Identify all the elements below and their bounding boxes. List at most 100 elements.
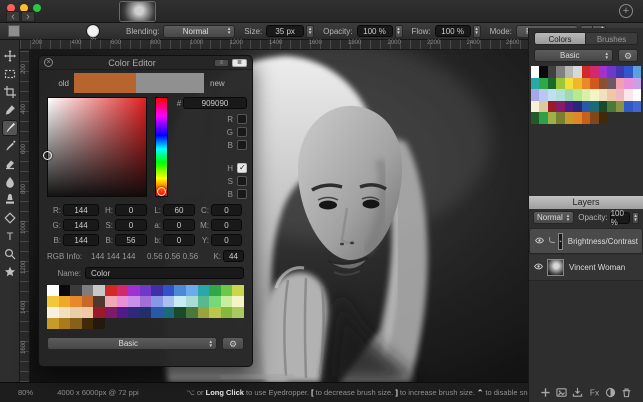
- palette-swatch[interactable]: [564, 100, 574, 113]
- value-field[interactable]: 144: [63, 234, 99, 246]
- layer-opacity-field[interactable]: 100 %: [609, 209, 631, 227]
- compact-view-button[interactable]: ≡: [214, 58, 229, 67]
- palette-swatch[interactable]: [624, 89, 633, 101]
- color-swatch[interactable]: [58, 307, 71, 318]
- palette-swatch[interactable]: [581, 89, 591, 101]
- palette-swatch[interactable]: [590, 77, 599, 90]
- color-swatch[interactable]: [116, 285, 129, 296]
- palette-swatch[interactable]: [531, 66, 540, 78]
- value-field[interactable]: 144: [63, 204, 99, 216]
- size-field[interactable]: 35 px: [266, 25, 305, 37]
- color-swatch[interactable]: [128, 285, 140, 296]
- palette-swatch[interactable]: [607, 100, 616, 113]
- channel-checkbox-R[interactable]: [237, 114, 247, 124]
- palette-swatch[interactable]: [573, 77, 582, 90]
- opacity-field[interactable]: 100 %: [356, 25, 393, 37]
- palette-swatch[interactable]: [581, 77, 591, 90]
- sv-cursor[interactable]: [43, 151, 52, 160]
- flow-field[interactable]: 100 %: [434, 25, 471, 37]
- eyedropper-tool[interactable]: [2, 102, 18, 118]
- shapes-tool[interactable]: [2, 210, 18, 226]
- palette-swatch[interactable]: [632, 66, 641, 78]
- color-swatch[interactable]: [116, 296, 129, 307]
- color-swatch[interactable]: [162, 296, 175, 307]
- layer-opacity-stepper[interactable]: ▲ ▼: [632, 211, 639, 224]
- horizontal-scrollbar[interactable]: [220, 374, 295, 379]
- palette-swatch[interactable]: [624, 77, 633, 90]
- brush-preview[interactable]: 35: [86, 24, 100, 43]
- k-field[interactable]: 44: [223, 250, 244, 262]
- color-swatch[interactable]: [139, 285, 152, 296]
- palette-swatch[interactable]: [539, 100, 548, 113]
- color-swatch[interactable]: [47, 318, 59, 329]
- tab-colors[interactable]: Colors: [534, 32, 586, 45]
- zoom-tool[interactable]: [2, 246, 18, 262]
- tab-brushes[interactable]: Brushes: [586, 32, 638, 45]
- color-swatch[interactable]: [70, 318, 82, 329]
- hex-field[interactable]: 909090: [183, 97, 247, 109]
- color-swatch[interactable]: [93, 285, 105, 296]
- clone-stamp-tool[interactable]: [2, 192, 18, 208]
- sidebar-palette-select[interactable]: Basic ▲ ▼: [534, 49, 613, 62]
- palette-swatch[interactable]: [547, 112, 557, 124]
- layer-thumbnail[interactable]: [558, 232, 563, 250]
- color-swatch[interactable]: [209, 296, 221, 307]
- color-swatch[interactable]: [58, 296, 71, 307]
- color-swatch[interactable]: [232, 307, 244, 318]
- palette-swatch[interactable]: [598, 77, 608, 90]
- color-swatch[interactable]: [151, 307, 163, 318]
- color-swatch[interactable]: [81, 296, 94, 307]
- fx-icon[interactable]: Fx: [587, 385, 601, 399]
- palette-swatch[interactable]: [598, 112, 608, 124]
- palette-swatch[interactable]: [598, 89, 608, 101]
- palette-swatch[interactable]: [531, 100, 540, 113]
- palette-swatch[interactable]: [573, 89, 582, 101]
- sidebar-gear-button[interactable]: ⚙: [618, 49, 638, 62]
- marquee-select-tool[interactable]: [2, 66, 18, 82]
- layer-row[interactable]: Vincent Woman: [529, 255, 643, 281]
- favorites-tool[interactable]: [2, 264, 18, 280]
- paintbrush-tool[interactable]: [1, 120, 18, 136]
- color-swatch[interactable]: [70, 285, 82, 296]
- add-icon[interactable]: [538, 385, 552, 399]
- color-swatch[interactable]: [162, 307, 175, 318]
- hue-slider[interactable]: [155, 97, 168, 197]
- color-swatch[interactable]: [104, 307, 117, 318]
- color-swatch[interactable]: [58, 285, 71, 296]
- color-swatch[interactable]: [209, 307, 221, 318]
- color-swatch[interactable]: [186, 285, 198, 296]
- size-stepper[interactable]: ▲ ▼: [306, 24, 315, 38]
- color-swatch[interactable]: [116, 307, 129, 318]
- color-swatch[interactable]: [47, 307, 59, 318]
- color-swatch[interactable]: [70, 307, 82, 318]
- palette-swatch[interactable]: [564, 66, 574, 78]
- palette-swatch[interactable]: [632, 77, 641, 90]
- color-swatch[interactable]: [81, 285, 94, 296]
- palette-swatch[interactable]: [531, 112, 540, 124]
- palette-swatch[interactable]: [624, 100, 633, 113]
- color-swatch[interactable]: [93, 296, 105, 307]
- blending-select[interactable]: Normal ▲ ▼: [163, 24, 236, 38]
- color-swatch[interactable]: [174, 285, 187, 296]
- value-field[interactable]: 0: [163, 219, 195, 231]
- flow-stepper[interactable]: ▲ ▼: [472, 24, 481, 38]
- opacity-stepper[interactable]: ▲ ▼: [394, 24, 403, 38]
- palette-swatch[interactable]: [539, 89, 548, 101]
- palette-swatch[interactable]: [632, 100, 641, 113]
- channel-checkbox-H[interactable]: [237, 163, 247, 173]
- image-icon[interactable]: [554, 385, 568, 399]
- color-swatch[interactable]: [186, 296, 198, 307]
- smudge-tool[interactable]: [2, 174, 18, 190]
- layer-row[interactable]: Brightness/Contrast: [529, 228, 643, 254]
- palette-swatch[interactable]: [556, 77, 565, 90]
- palette-swatch[interactable]: [615, 100, 625, 113]
- channel-checkbox-B[interactable]: [237, 189, 247, 199]
- palette-swatch[interactable]: [607, 66, 616, 78]
- value-field[interactable]: 0: [211, 219, 242, 231]
- channel-checkbox-B[interactable]: [237, 140, 247, 150]
- palette-swatch[interactable]: [531, 77, 540, 90]
- palette-select[interactable]: Basic ▲ ▼: [47, 337, 217, 350]
- color-swatch[interactable]: [139, 296, 152, 307]
- palette-swatch[interactable]: [564, 89, 574, 101]
- palette-swatch[interactable]: [539, 77, 548, 90]
